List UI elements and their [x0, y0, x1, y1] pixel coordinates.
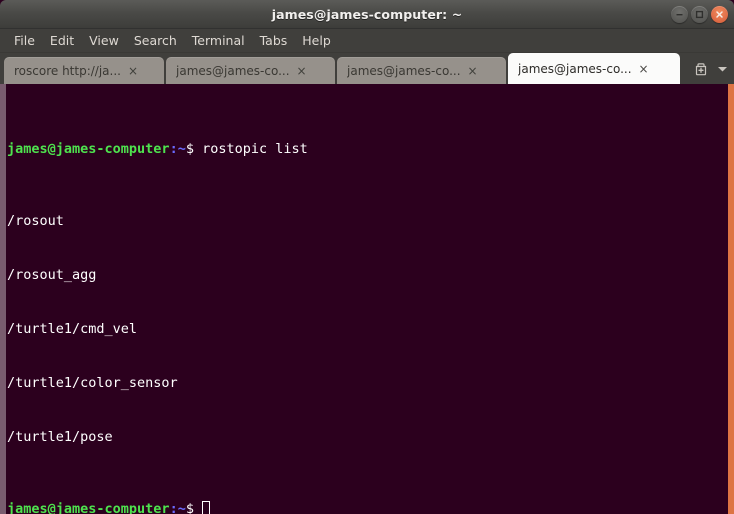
tab-list-dropdown-button[interactable] [715, 60, 729, 78]
window-title: james@james-computer: ~ [271, 6, 463, 22]
tab-terminal-4-active[interactable]: james@james-co... × [508, 53, 680, 84]
terminal-line-prompt-2: james@james-computer:~$ [7, 500, 728, 514]
menu-item-file[interactable]: File [7, 30, 42, 52]
prompt-dollar: $ [185, 141, 203, 157]
prompt-dollar: $ [185, 501, 203, 514]
menu-item-tabs[interactable]: Tabs [253, 30, 295, 52]
terminal-window: james@james-computer: ~ File Edit View S… [0, 0, 734, 514]
tab-label: james@james-co... [518, 61, 632, 76]
close-icon [716, 10, 723, 18]
terminal-output-line: /rosout_agg [7, 267, 97, 283]
scrollbar-thumb[interactable] [0, 84, 6, 514]
maximize-button[interactable] [691, 5, 708, 23]
tab-label: roscore http://ja... [14, 63, 121, 78]
menu-item-view[interactable]: View [82, 30, 126, 52]
maximize-icon [695, 10, 704, 18]
terminal-scrollbar[interactable] [0, 84, 6, 514]
terminal-area[interactable]: james@james-computer:~$ rostopic list /r… [0, 84, 734, 514]
tab-close-icon[interactable]: × [467, 65, 479, 77]
menu-item-search[interactable]: Search [127, 30, 184, 52]
tabbar-actions [692, 53, 734, 84]
prompt-user-host: james@james-computer [7, 501, 170, 514]
prompt-path: ~ [177, 141, 186, 157]
prompt-path: ~ [177, 501, 186, 514]
prompt-user-host: james@james-computer [7, 141, 170, 157]
terminal-output-line: /rosout [7, 213, 64, 229]
window-controls [671, 0, 728, 28]
tab-roscore[interactable]: roscore http://ja... × [4, 57, 164, 84]
prompt-separator: : [169, 501, 178, 514]
menu-item-edit[interactable]: Edit [43, 30, 81, 52]
tab-close-icon[interactable]: × [127, 65, 139, 77]
terminal-cursor [202, 501, 211, 514]
new-tab-icon [695, 62, 707, 75]
titlebar: james@james-computer: ~ [0, 0, 734, 29]
terminal-output-line: /turtle1/color_sensor [7, 375, 178, 391]
tab-close-icon[interactable]: × [638, 63, 650, 75]
new-tab-button[interactable] [692, 60, 710, 78]
minimize-icon [676, 13, 683, 15]
chevron-down-icon [717, 66, 727, 71]
tabbar: roscore http://ja... × james@james-co...… [0, 53, 734, 84]
terminal-output-line: /turtle1/pose [7, 429, 113, 445]
tab-label: james@james-co... [176, 63, 290, 78]
close-button[interactable] [711, 5, 728, 23]
menu-item-terminal[interactable]: Terminal [185, 30, 252, 52]
terminal-output-line: /turtle1/cmd_vel [7, 321, 138, 337]
minimize-button[interactable] [671, 5, 688, 23]
terminal-screen[interactable]: james@james-computer:~$ rostopic list /r… [6, 84, 728, 514]
tab-close-icon[interactable]: × [296, 65, 308, 77]
tab-label: james@james-co... [347, 63, 461, 78]
menu-item-help[interactable]: Help [295, 30, 338, 52]
tab-terminal-3[interactable]: james@james-co... × [337, 57, 506, 84]
terminal-line-prompt-1: james@james-computer:~$ rostopic list [7, 140, 728, 158]
tab-terminal-2[interactable]: james@james-co... × [166, 57, 335, 84]
prompt-command: rostopic list [202, 141, 308, 157]
menubar: File Edit View Search Terminal Tabs Help [0, 29, 734, 53]
prompt-separator: : [169, 141, 178, 157]
